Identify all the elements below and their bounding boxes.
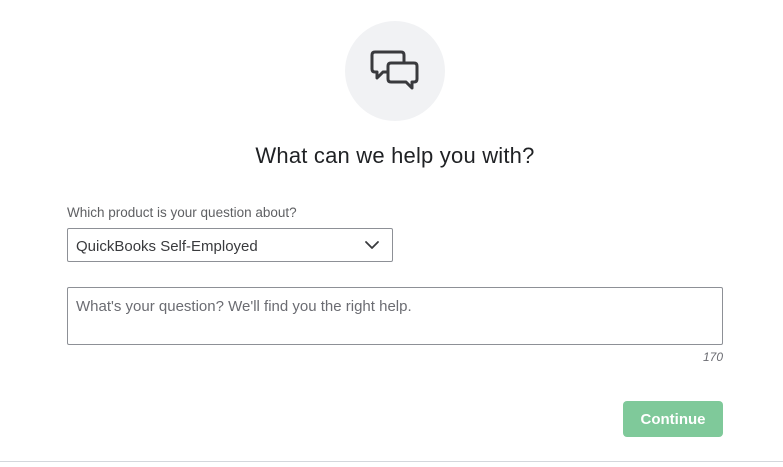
continue-button[interactable]: Continue xyxy=(623,401,723,437)
help-dialog: What can we help you with? Which product… xyxy=(0,0,783,467)
chat-bubbles-icon xyxy=(370,50,419,90)
product-select[interactable]: QuickBooks Self-Employed xyxy=(67,228,393,262)
product-select-value: QuickBooks Self-Employed xyxy=(76,238,258,255)
product-field-label: Which product is your question about? xyxy=(67,205,297,220)
bottom-divider xyxy=(0,461,783,462)
character-counter: 170 xyxy=(702,350,723,364)
dialog-heading: What can we help you with? xyxy=(255,143,535,168)
question-input[interactable] xyxy=(67,287,723,345)
chat-icon-circle xyxy=(345,21,445,121)
chevron-down-icon xyxy=(365,241,379,249)
